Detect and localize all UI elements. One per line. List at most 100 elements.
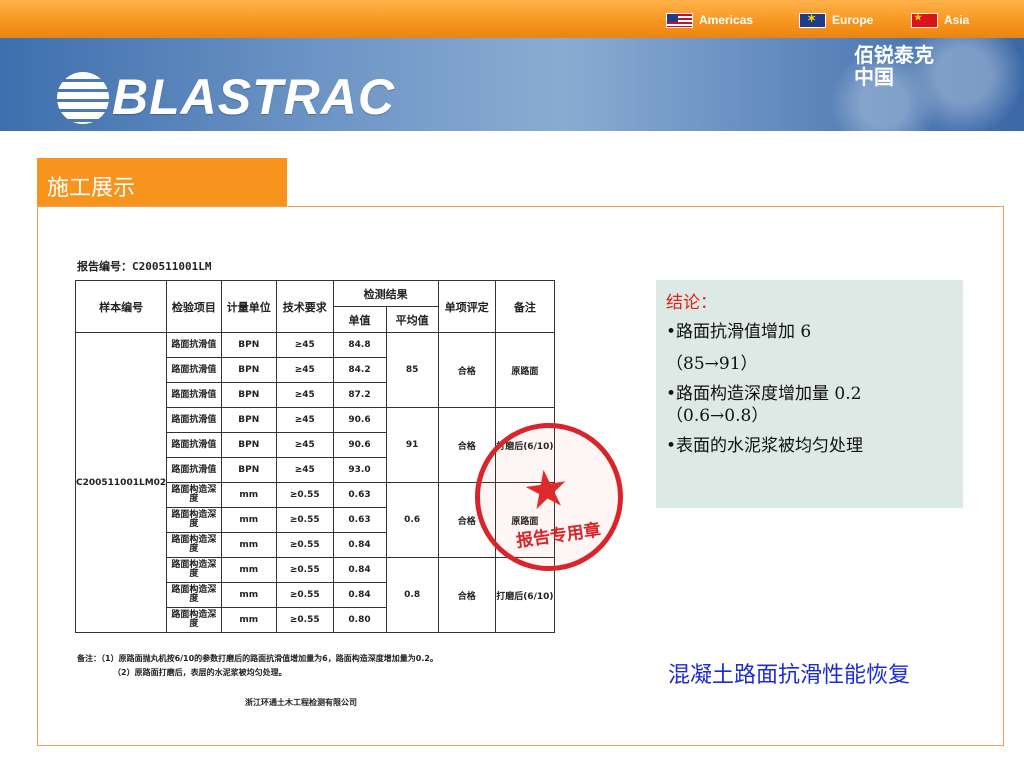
header-cell: 平均值 [385,306,439,333]
table-cell: BPN [220,432,277,458]
header-cell: 单项评定 [437,280,496,333]
report-table: 样本编号 检验项目 计量单位 技术要求 检测结果 单项评定 备注 单值 平均值 … [74,280,556,633]
brand-cn-line1: 佰锐泰克 [854,43,934,67]
table-cell: 合格 [437,332,496,408]
conclusion-box: 结论： •路面抗滑值增加 6 （85→91） •路面构造深度增加量 0.2 （0… [656,280,963,508]
table-cell: BPN [220,357,277,383]
region-asia-link[interactable]: Asia [911,12,970,28]
conclusion-point: •路面构造深度增加量 0.2 （0.6→0.8） [666,383,953,427]
region-label: Americas [699,13,754,27]
region-label: Asia [944,13,970,27]
table-cell: ≥0.55 [275,607,334,633]
table-cell: 路面构造深度 [166,607,222,633]
table-cell: 0.84 [332,532,387,558]
testing-organization: 浙江环通土木工程检测有限公司 [245,698,357,707]
header-cell: 计量单位 [220,280,277,333]
table-cell: ≥45 [275,407,334,433]
table-cell: 路面构造深度 [166,482,222,508]
cn-flag-icon [911,12,938,28]
table-cell: 90.6 [332,432,387,458]
table-cell: 路面构造深度 [166,532,222,558]
region-label: Europe [832,13,874,27]
table-cell: ≥45 [275,382,334,408]
table-cell: 0.6 [385,482,439,558]
table-cell: ≥0.55 [275,507,334,533]
table-cell: 路面构造深度 [166,507,222,533]
table-cell: 路面抗滑值 [166,382,222,408]
region-europe-link[interactable]: Europe [799,12,874,28]
table-cell: ≥0.55 [275,557,334,583]
table-cell: ≥45 [275,357,334,383]
table-cell: mm [220,557,277,583]
header-cell: 技术要求 [275,280,334,333]
slide-caption: 混凝土路面抗滑性能恢复 [668,663,911,688]
header-cell: 备注 [494,280,556,333]
table-cell: 0.63 [332,482,387,508]
table-header-row: 样本编号 检验项目 计量单位 技术要求 检测结果 单项评定 备注 [74,280,556,333]
table-cell: 路面抗滑值 [166,407,222,433]
header-cell: 样本编号 [74,280,168,333]
table-cell: BPN [220,332,277,358]
note-line: （2）原路面打磨后，表层的水泥浆被均匀处理。 [113,668,287,677]
table-cell: 0.84 [332,557,387,583]
table-cell: 0.63 [332,507,387,533]
table-cell: 原路面 [494,332,556,408]
section-tab: 施工展示 [37,158,287,206]
table-cell: ≥0.55 [275,482,334,508]
table-cell: 87.2 [332,382,387,408]
table-cell: 85 [385,332,439,408]
conclusion-point: •表面的水泥浆被均匀处理 [666,436,864,456]
blastrac-globe-icon [57,72,109,124]
table-cell: mm [220,582,277,608]
header-cell: 检验项目 [166,280,222,333]
table-cell: 路面构造深度 [166,557,222,583]
table-cell: ≥45 [275,457,334,483]
brand-chinese-name: 佰锐泰克 中国 [854,44,934,88]
table-cell: C200511001LM02 [74,332,168,633]
table-cell: 0.84 [332,582,387,608]
report-number: 报告编号：C200511001LM [77,260,212,273]
table-cell: 路面构造深度 [166,582,222,608]
region-americas-link[interactable]: Americas [666,12,754,28]
table-cell: BPN [220,382,277,408]
table-cell: 93.0 [332,457,387,483]
table-cell: ≥0.55 [275,582,334,608]
table-cell: ≥45 [275,332,334,358]
conclusion-title: 结论： [666,293,717,313]
eu-flag-icon [799,12,826,28]
table-cell: 路面抗滑值 [166,332,222,358]
table-cell: 84.2 [332,357,387,383]
header-banner: BLASTRAC 佰锐泰克 中国 [0,38,1024,131]
header-cell: 单值 [332,306,387,333]
conclusion-detail: （0.6→0.8） [666,406,769,426]
table-cell: 0.8 [385,557,439,633]
table-row: C200511001LM02 路面抗滑值 BPN ≥45 84.8 85 合格 原路面 [74,332,556,633]
table-cell: ≥45 [275,432,334,458]
conclusion-detail: （85→91） [666,354,758,374]
table-cell: BPN [220,407,277,433]
star-icon: ★ [519,457,574,524]
test-report-document: 报告编号：C200511001LM 样本编号 检验项目 计量单位 技术要求 检测… [74,255,633,715]
header-cell: 检测结果 [332,280,439,307]
report-notes: 备注：（1）原路面抛丸机按6/10的参数打磨后的路面抗滑值增加量为6，路面构造深… [77,652,438,680]
table-cell: 90.6 [332,407,387,433]
table-cell: mm [220,607,277,633]
seal-text: 报告专用章 [515,520,603,552]
top-orange-bar: Americas Europe Asia [0,0,1024,38]
table-cell: 91 [385,407,439,483]
table-cell: 路面抗滑值 [166,432,222,458]
table-cell: mm [220,507,277,533]
us-flag-icon [666,12,693,28]
table-cell: mm [220,532,277,558]
conclusion-point: •路面抗滑值增加 6 [666,322,812,342]
table-cell: BPN [220,457,277,483]
table-cell: 0.80 [332,607,387,633]
brand-cn-line2: 中国 [854,65,894,89]
table-cell: 路面抗滑值 [166,357,222,383]
table-cell: ≥0.55 [275,532,334,558]
logo-text[interactable]: BLASTRAC [112,68,395,126]
conclusion-point-text: •路面构造深度增加量 0.2 [666,384,862,404]
table-cell: 合格 [437,557,496,633]
note-line: 备注：（1）原路面抛丸机按6/10的参数打磨后的路面抗滑值增加量为6，路面构造深… [77,654,438,663]
table-cell: 路面抗滑值 [166,457,222,483]
